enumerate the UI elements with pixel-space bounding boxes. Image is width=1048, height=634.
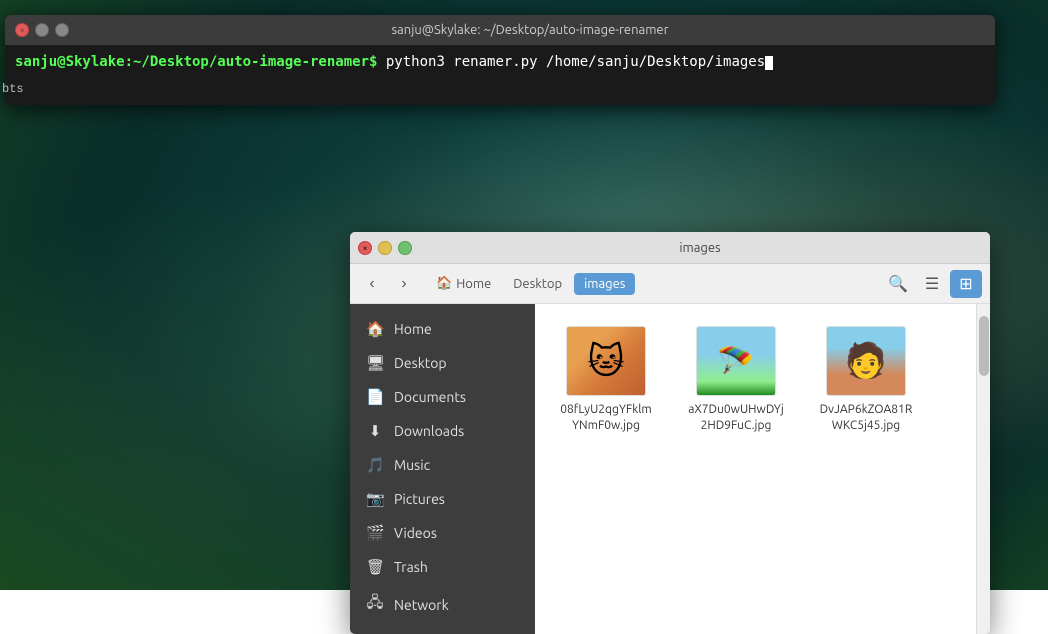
terminal-window: × sanju@Skylake: ~/Desktop/auto-image-re… [5, 15, 995, 105]
fm-search-button[interactable]: 🔍 [882, 270, 914, 298]
fm-list-view-button[interactable]: ☰ [916, 270, 948, 298]
fm-close-button[interactable]: × [358, 241, 372, 255]
sidebar-pictures-label: Pictures [394, 491, 445, 507]
sidebar-item-videos[interactable]: 🎬 Videos [350, 516, 535, 550]
file-item-cat[interactable]: 08fLyU2qgYFklmYNmF0w.jpg [551, 320, 661, 439]
terminal-title: sanju@Skylake: ~/Desktop/auto-image-rena… [75, 23, 985, 37]
home-icon: 🏠 [436, 276, 452, 291]
sidebar-item-pictures[interactable]: 📷 Pictures [350, 482, 535, 516]
sidebar-videos-label: Videos [394, 525, 437, 541]
fm-minimize-button[interactable] [378, 241, 392, 255]
file-name-cat: 08fLyU2qgYFklmYNmF0w.jpg [557, 402, 655, 433]
sidebar-item-home[interactable]: 🏠 Home [350, 312, 535, 346]
sidebar-documents-label: Documents [394, 389, 466, 405]
fm-titlebar: × images [350, 232, 990, 264]
terminal-prompt-line: sanju@Skylake:~/Desktop/auto-image-renam… [15, 53, 985, 73]
sidebar-network-label: Network [394, 597, 449, 613]
fm-scrollbar-thumb[interactable] [979, 316, 989, 376]
terminal-maximize-button[interactable] [55, 23, 69, 37]
fm-back-button[interactable]: ‹ [358, 270, 386, 298]
breadcrumb: 🏠 Home Desktop images [422, 272, 878, 295]
file-name-parachute: aX7Du0wUHwDYj2HD9FuC.jpg [687, 402, 785, 433]
fm-content: 🏠 Home 🖥 Desktop 📄 Documents ⬇ Downloads… [350, 304, 990, 634]
terminal-titlebar: × sanju@Skylake: ~/Desktop/auto-image-re… [5, 15, 995, 45]
fm-title: images [418, 241, 982, 255]
sidebar-item-downloads[interactable]: ⬇ Downloads [350, 414, 535, 448]
sidebar-item-music[interactable]: 🎵 Music [350, 448, 535, 482]
fm-toolbar: ‹ › 🏠 Home Desktop images 🔍 ☰ ⊞ [350, 264, 990, 304]
breadcrumb-home[interactable]: 🏠 Home [426, 272, 501, 295]
network-sidebar-icon: 🖧 [366, 592, 384, 617]
parachute-image-thumb [697, 327, 775, 395]
trash-sidebar-icon: 🗑 [366, 558, 384, 576]
terminal-prompt: sanju@Skylake:~/Desktop/auto-image-renam… [15, 54, 377, 70]
file-thumbnail-parachute [696, 326, 776, 396]
home-sidebar-icon: 🏠 [366, 320, 384, 338]
terminal-body[interactable]: sanju@Skylake:~/Desktop/auto-image-renam… [5, 45, 995, 105]
breadcrumb-images[interactable]: images [574, 273, 635, 295]
fm-grid-view-button[interactable]: ⊞ [950, 270, 982, 298]
file-thumbnail-person [826, 326, 906, 396]
sidebar-item-trash[interactable]: 🗑 Trash [350, 550, 535, 584]
downloads-sidebar-icon: ⬇ [366, 422, 384, 440]
sidebar-downloads-label: Downloads [394, 423, 464, 439]
terminal-cursor [765, 56, 773, 70]
fm-files-area: 08fLyU2qgYFklmYNmF0w.jpg aX7Du0wUHwDYj2H… [535, 304, 976, 634]
sidebar-music-label: Music [394, 457, 430, 473]
pictures-sidebar-icon: 📷 [366, 490, 384, 508]
documents-sidebar-icon: 📄 [366, 388, 384, 406]
file-item-parachute[interactable]: aX7Du0wUHwDYj2HD9FuC.jpg [681, 320, 791, 439]
file-name-person: DvJAP6kZOA81RWKC5j45.jpg [817, 402, 915, 433]
person-image-thumb [827, 327, 905, 395]
fm-toolbar-actions: 🔍 ☰ ⊞ [882, 270, 982, 298]
sidebar-item-desktop[interactable]: 🖥 Desktop [350, 346, 535, 380]
cat-image-thumb [567, 327, 645, 395]
terminal-close-button[interactable]: × [15, 23, 29, 37]
terminal-minimize-button[interactable] [35, 23, 49, 37]
file-thumbnail-cat [566, 326, 646, 396]
sidebar-desktop-label: Desktop [394, 355, 447, 371]
file-item-person[interactable]: DvJAP6kZOA81RWKC5j45.jpg [811, 320, 921, 439]
fm-sidebar: 🏠 Home 🖥 Desktop 📄 Documents ⬇ Downloads… [350, 304, 535, 634]
breadcrumb-desktop[interactable]: Desktop [503, 273, 572, 295]
sidebar-home-label: Home [394, 321, 432, 337]
terminal-side-text: bts [0, 80, 26, 98]
sidebar-trash-label: Trash [394, 559, 428, 575]
videos-sidebar-icon: 🎬 [366, 524, 384, 542]
fm-maximize-button[interactable] [398, 241, 412, 255]
sidebar-item-network[interactable]: 🖧 Network [350, 584, 535, 625]
music-sidebar-icon: 🎵 [366, 456, 384, 474]
desktop-sidebar-icon: 🖥 [366, 354, 384, 372]
filemanager-window: × images ‹ › 🏠 Home Desktop images 🔍 ☰ ⊞ [350, 232, 990, 634]
terminal-command: python3 renamer.py /home/sanju/Desktop/i… [377, 54, 765, 70]
sidebar-item-documents[interactable]: 📄 Documents [350, 380, 535, 414]
fm-forward-button[interactable]: › [390, 270, 418, 298]
fm-scrollbar[interactable] [976, 304, 990, 634]
